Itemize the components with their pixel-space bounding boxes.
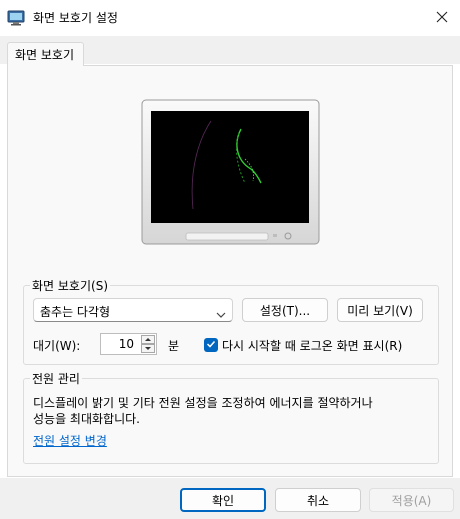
power-settings-link[interactable]: 전원 설정 변경 <box>33 432 107 449</box>
window-title: 화면 보호기 설정 <box>33 11 118 25</box>
close-icon <box>436 11 448 26</box>
cancel-button-label: 취소 <box>306 493 330 508</box>
resume-logon-label: 다시 시작할 때 로그온 화면 표시(R) <box>222 339 403 353</box>
screensaver-select-value: 춤추는 다각형 <box>40 305 111 319</box>
ok-button-label: 확인 <box>211 493 235 508</box>
chevron-down-icon <box>216 307 226 321</box>
title-bar: 화면 보호기 설정 <box>0 0 460 36</box>
settings-button[interactable]: 설정(T)... <box>242 298 328 322</box>
checkmark-icon <box>206 338 216 352</box>
stepper-down-icon[interactable] <box>141 344 155 353</box>
stepper-up-icon[interactable] <box>141 335 155 344</box>
tab-screensaver[interactable]: 화면 보호기 <box>7 42 84 66</box>
power-description-line2: 성능을 최대화합니다. <box>33 412 140 426</box>
wait-label: 대기(W): <box>33 339 81 353</box>
screensaver-group-label: 화면 보호기(S) <box>30 277 110 294</box>
wait-unit: 분 <box>168 339 180 353</box>
monitor-app-icon <box>7 10 25 26</box>
tab-label: 화면 보호기 <box>15 48 75 62</box>
preview-button[interactable]: 미리 보기(V) <box>337 298 423 322</box>
ok-button[interactable]: 확인 <box>180 488 266 512</box>
cancel-button[interactable]: 취소 <box>275 488 361 512</box>
screensaver-preview <box>141 99 321 246</box>
close-button[interactable] <box>424 0 460 36</box>
power-group-label: 전원 관리 <box>30 370 82 387</box>
apply-button[interactable]: 적용(A) <box>369 488 454 512</box>
screensaver-select[interactable]: 춤추는 다각형 <box>33 298 233 322</box>
settings-button-label: 설정(T)... <box>259 303 311 318</box>
apply-button-label: 적용(A) <box>391 493 432 508</box>
wait-value: 10 <box>118 337 134 351</box>
resume-logon-checkbox[interactable] <box>204 338 218 352</box>
wait-stepper[interactable]: 10 <box>100 333 157 355</box>
preview-button-label: 미리 보기(V) <box>347 303 413 318</box>
power-description-line1: 디스플레이 밝기 및 기타 전원 설정을 조정하여 에너지를 절약하거나 <box>33 396 373 410</box>
